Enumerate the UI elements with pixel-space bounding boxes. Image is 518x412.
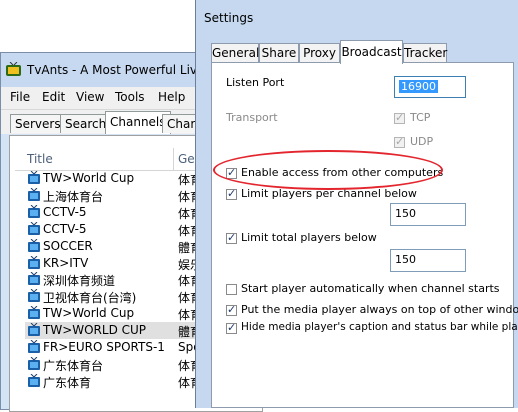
menu-tools[interactable]: Tools: [115, 90, 145, 104]
channel-title: CCTV-5: [43, 221, 87, 236]
channel-title: TW>World Cup: [43, 306, 135, 321]
tv-icon: [28, 306, 40, 320]
enable-access-checkbox[interactable]: [226, 166, 237, 179]
tv-icon: [28, 340, 40, 353]
on-top-label[interactable]: Put the media player always on top of ot…: [241, 303, 518, 316]
tab-tracker[interactable]: Tracker: [403, 43, 447, 63]
tv-icon: [28, 272, 40, 286]
limit-total-label[interactable]: Limit total players below: [241, 231, 377, 244]
tv-icon: [28, 238, 40, 252]
tcp-label: TCP: [410, 111, 431, 124]
hide-caption-label[interactable]: Hide media player's caption and status b…: [241, 321, 518, 333]
column-divider[interactable]: [173, 148, 174, 170]
settings-tabbar: General Share Proxy Broadcast Tracker: [211, 40, 518, 64]
tv-app-icon: [6, 62, 21, 76]
tv-icon: [28, 255, 40, 269]
channel-title: KR>ITV: [43, 255, 89, 270]
limit-channel-input[interactable]: 150: [390, 203, 466, 226]
listen-port-label: Listen Port: [226, 76, 285, 89]
column-title[interactable]: Title: [27, 152, 53, 166]
channel-title: SOCCER: [43, 238, 93, 253]
limit-channel-checkbox[interactable]: [226, 187, 237, 200]
channel-title: CCTV-5: [43, 204, 87, 219]
limit-total-input[interactable]: 150: [390, 249, 466, 272]
transport-label: Transport: [226, 111, 278, 124]
tab-servers[interactable]: Servers: [10, 114, 66, 133]
menu-help[interactable]: Help: [158, 90, 185, 104]
channel-title: 卫视体育台(台湾): [43, 291, 137, 306]
tab-proxy[interactable]: Proxy: [299, 43, 340, 63]
channel-title: FR>EURO SPORTS-1: [43, 340, 165, 354]
settings-title: Settings: [204, 11, 254, 25]
on-top-checkbox[interactable]: [226, 303, 237, 316]
udp-checkbox[interactable]: [394, 135, 405, 148]
channel-title: 上海体育台: [43, 189, 104, 204]
tv-icon: [28, 323, 40, 337]
tab-broadcast[interactable]: Broadcast: [340, 40, 403, 64]
menu-edit[interactable]: Edit: [42, 90, 65, 104]
start-player-checkbox[interactable]: [226, 284, 237, 295]
listen-port-value: 16900: [399, 80, 438, 93]
settings-dialog: Settings General Share Proxy Broadcast T…: [195, 0, 518, 408]
channel-title: 深圳体育频道: [43, 274, 116, 289]
menu-view[interactable]: View: [76, 90, 104, 104]
channel-title: 广东体育台: [43, 358, 104, 373]
limit-channel-value: 150: [395, 207, 416, 220]
tv-icon: [28, 221, 40, 235]
limit-total-checkbox[interactable]: [226, 231, 237, 244]
udp-label: UDP: [410, 135, 434, 148]
channel-title: 广东体育: [43, 375, 92, 390]
channel-title: TW>WORLD CUP: [43, 323, 147, 338]
start-player-label[interactable]: Start player automatically when channel …: [241, 282, 500, 295]
tv-icon: [28, 171, 40, 184]
enable-access-label[interactable]: Enable access from other computers: [241, 166, 443, 179]
limit-total-value: 150: [395, 253, 416, 266]
menu-file[interactable]: File: [10, 90, 30, 104]
listen-port-input[interactable]: 16900: [394, 76, 466, 98]
tab-channels[interactable]: Channels: [105, 111, 171, 134]
tab-general[interactable]: General: [211, 43, 259, 63]
tv-icon: [28, 187, 40, 201]
limit-channel-label[interactable]: Limit players per channel below: [241, 187, 417, 200]
tv-icon: [28, 356, 40, 370]
tv-icon: [28, 204, 40, 218]
tcp-checkbox[interactable]: [394, 111, 405, 124]
tab-share[interactable]: Share: [259, 43, 299, 63]
hide-caption-checkbox[interactable]: [226, 321, 237, 334]
tv-icon: [28, 289, 40, 303]
tv-icon: [28, 373, 40, 387]
channel-title: TW>World Cup: [43, 171, 135, 185]
tab-search[interactable]: Search: [60, 114, 112, 133]
broadcast-panel: Listen Port 16900 Transport TCP UDP Enab…: [211, 62, 518, 408]
